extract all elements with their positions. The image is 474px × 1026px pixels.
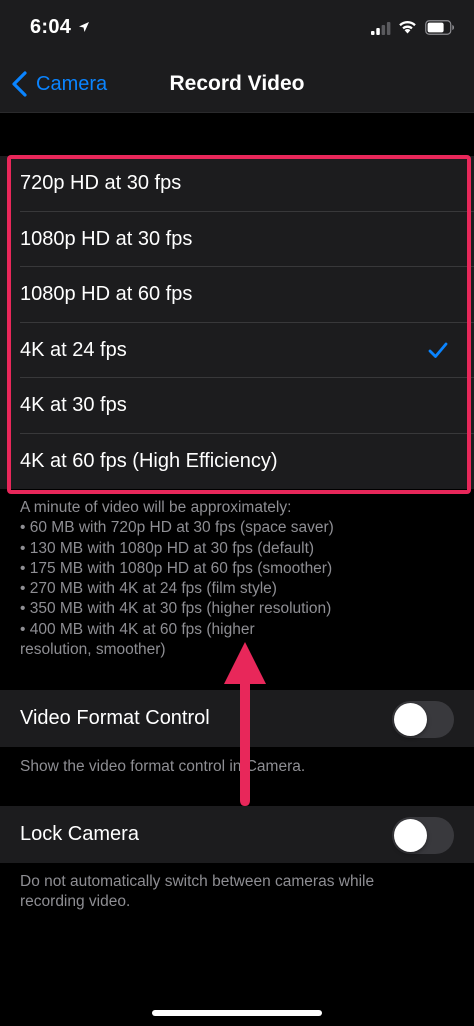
lock-camera-description-line: Do not automatically switch between came…	[20, 873, 375, 890]
arrow-up-icon	[224, 642, 266, 806]
location-arrow-icon	[79, 22, 89, 32]
status-time: 6:04	[30, 16, 72, 38]
footnote-line: • 400 MB with 4K at 60 fps (higher	[20, 620, 255, 638]
footnote-line: • 350 MB with 4K at 30 fps (higher resol…	[20, 600, 332, 618]
footnote-line: A minute of video will be approximately:	[20, 499, 292, 516]
footnote-line: • 175 MB with 1080p HD at 60 fps (smooth…	[20, 559, 333, 577]
lock-camera-toggle[interactable]	[392, 817, 454, 854]
footnote-line: • 130 MB with 1080p HD at 30 fps (defaul…	[20, 539, 315, 557]
cellular-signal-icon	[371, 22, 391, 35]
lock-camera-label: Lock Camera	[20, 823, 139, 845]
battery-icon	[425, 20, 454, 35]
lock-camera-description: Do not automatically switch between came…	[20, 872, 440, 913]
footnote-line: • 60 MB with 720p HD at 30 fps (space sa…	[20, 519, 334, 537]
video-size-footnote: A minute of video will be approximately:…	[20, 498, 440, 660]
home-indicator[interactable]	[152, 1010, 322, 1016]
toggle-knob	[394, 819, 427, 852]
footnote-line: • 270 MB with 4K at 24 fps (film style)	[20, 580, 277, 598]
status-bar: 6:04	[0, 0, 474, 56]
navigation-bar: Camera Record Video	[0, 56, 474, 113]
lock-camera-description-line: recording video.	[20, 893, 131, 911]
toggle-knob	[394, 703, 427, 736]
video-format-control-label: Video Format Control	[20, 707, 210, 729]
lock-camera-row: Lock Camera	[0, 806, 474, 863]
video-format-control-toggle[interactable]	[392, 701, 454, 738]
annotation-highlight-box	[7, 155, 471, 494]
page-title: Record Video	[169, 72, 305, 95]
wifi-icon	[399, 20, 416, 34]
